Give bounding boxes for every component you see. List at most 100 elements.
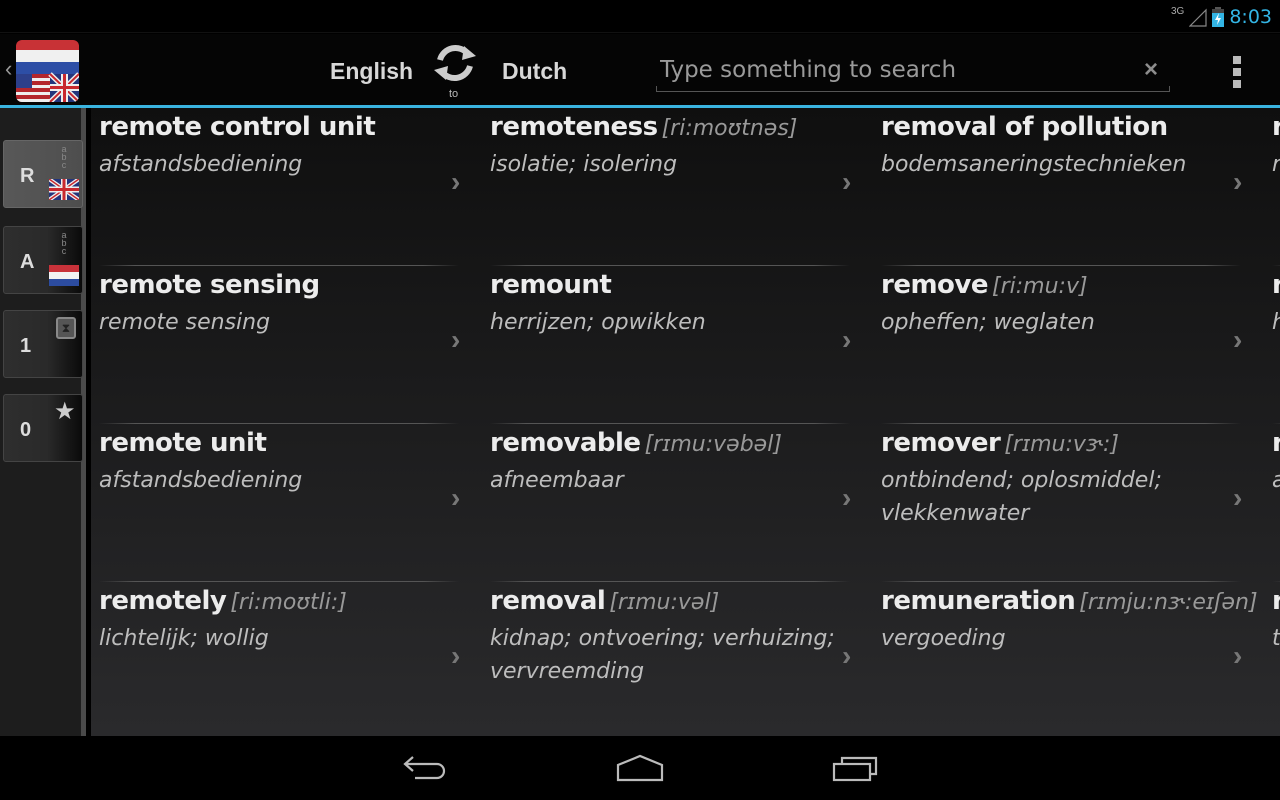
entry-headline: remove [ri:mu:v] bbox=[881, 270, 1088, 300]
target-language-button[interactable]: Dutch bbox=[502, 58, 567, 85]
home-icon[interactable] bbox=[610, 748, 670, 788]
entry-translation: afstandsbediening bbox=[99, 468, 303, 493]
entry-translation: ontbindend; oplosmiddel; vlekkenwater bbox=[881, 468, 1162, 526]
chevron-right-icon[interactable]: › bbox=[1233, 640, 1242, 672]
overflow-menu-icon[interactable] bbox=[1230, 56, 1244, 88]
dictionary-entry[interactable]: remove [ri:mu:v] opheffen; weglaten › bbox=[873, 266, 1264, 424]
chevron-right-icon[interactable]: › bbox=[842, 482, 851, 514]
english-alphabet-icon: abc bbox=[61, 144, 67, 170]
dictionary-entry[interactable]: rr› bbox=[1264, 108, 1280, 266]
dutch-alphabet-icon: abc bbox=[61, 230, 67, 256]
dictionary-entry[interactable]: rt› bbox=[1264, 582, 1280, 736]
chevron-right-icon[interactable]: › bbox=[1233, 324, 1242, 356]
entry-headline: removal [rɪmu:vəl] bbox=[490, 586, 719, 616]
chevron-right-icon[interactable]: › bbox=[842, 324, 851, 356]
dictionary-entry[interactable]: remover [rɪmu:vɝ:] ontbindend; oplosmiddel… bbox=[873, 424, 1264, 582]
entry-translation: herrijzen; opwikken bbox=[490, 310, 706, 335]
entry-word: remuneration bbox=[881, 586, 1076, 616]
search-input[interactable] bbox=[656, 50, 1126, 90]
entry-headline: r bbox=[1272, 270, 1280, 300]
entry-headline: r bbox=[1272, 112, 1280, 142]
app-logo-flags[interactable] bbox=[16, 40, 79, 102]
sidebar-button-label: 0 bbox=[20, 419, 32, 441]
favorites-star-icon: ★ bbox=[54, 398, 76, 425]
status-icons: 3G 8:03 bbox=[1171, 4, 1272, 30]
network-type: 3G bbox=[1170, 5, 1185, 17]
clear-icon[interactable]: × bbox=[1144, 56, 1158, 84]
entry-pronunciation: [rɪmu:vəbəl] bbox=[644, 432, 782, 457]
history-hourglass-icon: ⧗ bbox=[56, 317, 76, 339]
entry-translation: remote sensing bbox=[99, 310, 271, 335]
chevron-right-icon[interactable]: › bbox=[451, 482, 460, 514]
entry-headline: removal of pollution bbox=[881, 112, 1172, 142]
dictionary-entry[interactable]: removal [rɪmu:vəl] kidnap; ontvoering; ver… bbox=[482, 582, 873, 736]
chevron-right-icon[interactable]: › bbox=[451, 640, 460, 672]
dictionary-entry[interactable]: remoteness [ri:moʊtnəs] isolatie; isolerin… bbox=[482, 108, 873, 266]
dictionary-entry[interactable]: remount herrijzen; opwikken › bbox=[482, 266, 873, 424]
entry-word: removal bbox=[490, 586, 606, 616]
entry-headline: removable [rɪmu:vəbəl] bbox=[490, 428, 782, 458]
chevron-right-icon[interactable]: › bbox=[451, 166, 460, 198]
results-grid: remote control unit afstandsbediening › rem… bbox=[91, 108, 1280, 736]
entry-word: r bbox=[1272, 270, 1280, 300]
entry-pronunciation: [rɪmju:nɝ:eɪʃən] bbox=[1079, 590, 1258, 615]
dictionary-entry[interactable]: remuneration [rɪmju:nɝ:eɪʃən] vergoeding › bbox=[873, 582, 1264, 736]
dictionary-entry[interactable]: removal of pollution bodemsaneringstechni… bbox=[873, 108, 1264, 266]
signal-icon bbox=[1189, 8, 1207, 27]
uk-flag-icon bbox=[49, 179, 79, 200]
entry-word: r bbox=[1272, 428, 1280, 458]
entry-translation: h bbox=[1272, 306, 1280, 339]
entry-translation: vergoeding bbox=[881, 626, 1006, 651]
sidebar-button-dutch[interactable]: A abc bbox=[3, 226, 83, 294]
dictionary-entry[interactable]: remote control unit afstandsbediening › bbox=[91, 108, 482, 266]
entry-translation: opheffen; weglaten bbox=[881, 310, 1095, 335]
sidebar-button-favorites[interactable]: 0 ★ bbox=[3, 394, 83, 462]
recent-apps-icon[interactable] bbox=[826, 748, 886, 788]
entry-translation: afstandsbediening bbox=[99, 152, 303, 177]
entry-pronunciation: [rɪmu:vəl] bbox=[609, 590, 720, 615]
entry-headline: remote sensing bbox=[99, 270, 324, 300]
entry-word: remotely bbox=[99, 586, 227, 616]
dictionary-entry[interactable]: remotely [ri:moʊtli:] lichtelijk; wollig › bbox=[91, 582, 482, 736]
entry-headline: remotely [ri:moʊtli:] bbox=[99, 586, 347, 616]
entry-translation: r bbox=[1272, 148, 1280, 181]
dictionary-entry[interactable]: ra a› bbox=[1264, 424, 1280, 582]
search-field[interactable]: × bbox=[656, 50, 1170, 92]
sidebar-button-english[interactable]: R abc bbox=[3, 140, 83, 208]
entry-translation: t bbox=[1272, 626, 1280, 651]
chevron-right-icon[interactable]: › bbox=[451, 324, 460, 356]
clock: 8:03 bbox=[1229, 6, 1272, 28]
status-bar: 3G 8:03 bbox=[0, 0, 1280, 33]
entry-headline: remount bbox=[490, 270, 615, 300]
entry-headline: remover [rɪmu:vɝ:] bbox=[881, 428, 1119, 458]
chevron-right-icon[interactable]: › bbox=[1233, 166, 1242, 198]
back-chevron-icon[interactable]: ‹ bbox=[5, 56, 12, 82]
entry-translation: kidnap; ontvoering; verhuizing; vervreem… bbox=[490, 626, 835, 684]
entry-translation: a a bbox=[1272, 464, 1280, 497]
entry-word: r bbox=[1272, 112, 1280, 142]
dictionary-entry[interactable]: rh› bbox=[1264, 266, 1280, 424]
entry-word: remote control unit bbox=[99, 112, 376, 142]
dictionary-entry[interactable]: removable [rɪmu:vəbəl] afneembaar › bbox=[482, 424, 873, 582]
entry-pronunciation: [ri:moʊtnəs] bbox=[661, 116, 798, 141]
swap-languages-icon[interactable] bbox=[432, 40, 478, 86]
entry-translation: afneembaar bbox=[490, 468, 624, 493]
dictionary-entry[interactable]: remote unit afstandsbediening › bbox=[91, 424, 482, 582]
entry-word: r bbox=[1272, 586, 1280, 616]
entry-word: removal of pollution bbox=[881, 112, 1168, 142]
chevron-right-icon[interactable]: › bbox=[842, 640, 851, 672]
entry-word: remote unit bbox=[99, 428, 267, 458]
entry-pronunciation: [ri:mu:v] bbox=[992, 274, 1088, 299]
swap-caption: to bbox=[449, 88, 459, 100]
entry-translation: isolatie; isolering bbox=[490, 152, 678, 177]
entry-headline: remuneration [rɪmju:nɝ:eɪʃən] bbox=[881, 586, 1258, 616]
chevron-right-icon[interactable]: › bbox=[1233, 482, 1242, 514]
back-icon[interactable] bbox=[394, 748, 454, 788]
dictionary-entry[interactable]: remote sensing remote sensing › bbox=[91, 266, 482, 424]
sidebar-button-history[interactable]: 1 ⧗ bbox=[3, 310, 83, 378]
chevron-right-icon[interactable]: › bbox=[842, 166, 851, 198]
sidebar-button-label: R bbox=[20, 165, 35, 187]
source-language-button[interactable]: English bbox=[330, 58, 413, 85]
sidebar-button-label: 1 bbox=[20, 335, 32, 357]
action-bar: ‹ English to Dutch × bbox=[0, 34, 1280, 108]
